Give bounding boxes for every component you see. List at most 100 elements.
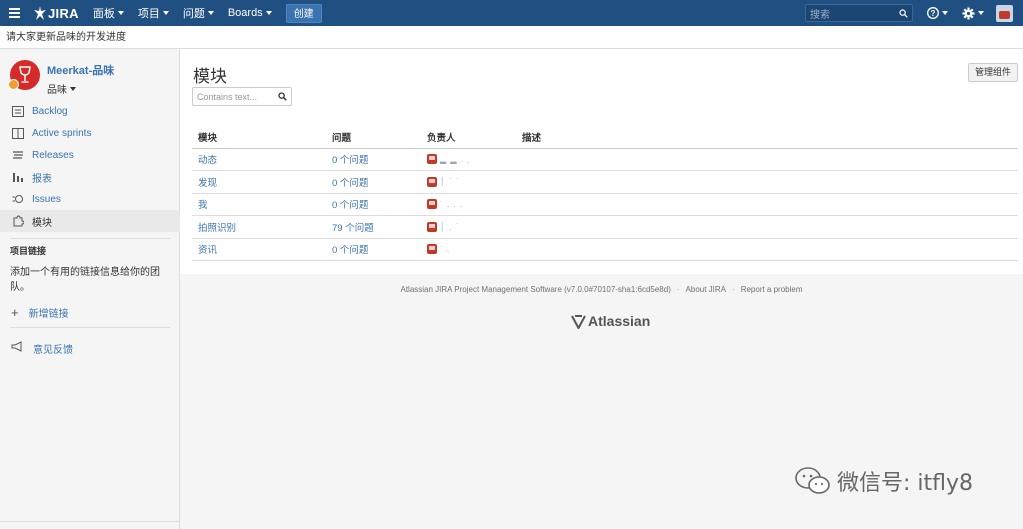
- component-link[interactable]: 拍照识别: [192, 220, 332, 234]
- sidebar-item-label: Active sprints: [32, 127, 92, 139]
- sidebar-divider: [10, 327, 170, 328]
- chevron-down-icon: [265, 11, 272, 15]
- components-table: 模块 问题 负责人 描述 动态 0 个问题 ▂ ▂ . ˎ 发现 0 个问题 │…: [192, 126, 1018, 261]
- project-header: Meerkat-品味 品味: [8, 60, 114, 96]
- component-lead[interactable]: ˙ . . .: [427, 199, 522, 210]
- table-row: 资讯 0 个问题 ˙ .: [192, 239, 1018, 261]
- jira-logo-icon: [34, 6, 46, 20]
- sidebar-item-backlog[interactable]: Backlog: [0, 100, 180, 122]
- nav-projects[interactable]: 项目: [138, 5, 169, 21]
- watermark-text: 微信号: itfly8: [837, 471, 974, 496]
- lead-name: ▂ ▂ . ˎ: [440, 154, 471, 164]
- component-lead[interactable]: ▂ ▂ . ˎ: [427, 154, 522, 165]
- component-lead[interactable]: ˙ .: [427, 244, 522, 255]
- user-avatar[interactable]: [996, 4, 1013, 22]
- component-lead[interactable]: │ ˎ ˙: [427, 221, 522, 232]
- lead-name: ˙ .: [440, 244, 451, 254]
- component-lead[interactable]: │ ˙ ˙: [427, 176, 522, 187]
- sidebar-item-issues[interactable]: Issues: [0, 188, 180, 210]
- page-title: 模块: [193, 67, 227, 86]
- sidebar-navigation: Backlog Active sprints Releases 报表 Issue…: [0, 100, 180, 359]
- sidebar-item-label: Releases: [32, 149, 74, 161]
- jira-logo[interactable]: JIRA: [34, 6, 79, 21]
- column-header-component[interactable]: 模块: [192, 130, 332, 144]
- issue-count-link[interactable]: 0 个问题: [332, 242, 427, 256]
- footer-report-link[interactable]: Report a problem: [741, 285, 803, 294]
- settings-menu[interactable]: [962, 7, 984, 20]
- atlassian-logo[interactable]: Atlassian: [571, 313, 650, 329]
- feedback-label: 意见反馈: [33, 344, 73, 356]
- nav-boards[interactable]: Boards: [228, 7, 272, 19]
- gear-icon: [962, 7, 975, 19]
- component-link[interactable]: 发现: [192, 175, 332, 189]
- sidebar-item-label: 模块: [32, 217, 52, 229]
- releases-icon: [11, 149, 24, 161]
- issue-count-link[interactable]: 79 个问题: [332, 220, 427, 234]
- sidebar-item-label: Backlog: [32, 105, 68, 117]
- sidebar-item-label: 报表: [32, 173, 52, 185]
- wechat-watermark: 微信号: itfly8: [795, 465, 973, 497]
- nav-issues-label: 问题: [182, 8, 205, 20]
- component-link[interactable]: 资讯: [192, 242, 332, 256]
- table-row: 发现 0 个问题 │ ˙ ˙: [192, 171, 1018, 194]
- issue-count-link[interactable]: 0 个问题: [332, 197, 427, 211]
- sidebar-item-releases[interactable]: Releases: [0, 144, 180, 166]
- user-avatar: [427, 176, 437, 187]
- sidebar-footer: [0, 521, 180, 529]
- nav-right-group: 搜索 ?: [805, 0, 1023, 26]
- chevron-down-icon: [70, 86, 76, 91]
- user-avatar: [427, 244, 437, 255]
- app-switcher-icon[interactable]: [0, 0, 28, 26]
- nav-dashboards-label: 面板: [92, 8, 115, 20]
- help-menu[interactable]: ?: [927, 7, 948, 19]
- table-header: 模块 问题 负责人 描述: [192, 126, 1018, 149]
- add-link-button[interactable]: + 新增链接: [0, 301, 180, 323]
- table-row: 拍照识别 79 个问题 │ ˎ ˙: [192, 216, 1018, 239]
- footer-about-link[interactable]: About JIRA: [686, 285, 726, 294]
- column-header-issues[interactable]: 问题: [332, 130, 427, 144]
- footer-separator: ·: [676, 285, 680, 294]
- reports-icon: [11, 171, 24, 183]
- search-input[interactable]: 搜索: [805, 4, 913, 22]
- component-link[interactable]: 动态: [192, 152, 332, 166]
- issue-count-link[interactable]: 0 个问题: [332, 175, 427, 189]
- project-links-title: 项目链接: [10, 246, 47, 256]
- column-header-lead[interactable]: 负责人: [427, 130, 522, 144]
- project-avatar[interactable]: [8, 60, 40, 90]
- table-row: 动态 0 个问题 ▂ ▂ . ˎ: [192, 149, 1018, 171]
- puzzle-icon: [11, 215, 24, 227]
- chevron-down-icon: [162, 11, 169, 15]
- project-name[interactable]: Meerkat-品味: [47, 62, 114, 78]
- user-avatar: [427, 199, 437, 210]
- issue-count-link[interactable]: 0 个问题: [332, 152, 427, 166]
- page-footer: Atlassian JIRA Project Management Softwa…: [180, 285, 1023, 294]
- issues-icon: [11, 193, 24, 205]
- user-avatar: [427, 221, 437, 232]
- project-links-description: 添加一个有用的链接信息给你的团队。: [10, 267, 160, 293]
- main-content: 模块 Contains text... 管理组件 模块 问题 负责人 描述 动态…: [180, 49, 1023, 274]
- nav-issues[interactable]: 问题: [183, 5, 214, 21]
- sidebar-item-label: Issues: [32, 193, 61, 205]
- project-text: Meerkat-品味 品味: [47, 62, 114, 96]
- create-button[interactable]: 创建: [285, 3, 322, 23]
- manage-components-button[interactable]: 管理组件: [967, 63, 1018, 82]
- sidebar-item-reports[interactable]: 报表: [0, 166, 180, 188]
- add-link-label: 新增链接: [28, 308, 69, 320]
- footer-software[interactable]: Atlassian JIRA Project Management Softwa…: [400, 285, 670, 294]
- sidebar-item-active-sprints[interactable]: Active sprints: [0, 122, 180, 144]
- chevron-down-icon: [117, 11, 124, 15]
- component-link[interactable]: 我: [192, 197, 332, 211]
- feedback-button[interactable]: 意见反馈: [0, 337, 180, 359]
- filter-input[interactable]: Contains text...: [192, 87, 292, 106]
- announcement-banner: 请大家更新品味的开发进度: [0, 26, 1023, 49]
- nav-dashboards[interactable]: 面板: [93, 5, 124, 21]
- lead-name: ˙ . . .: [440, 199, 463, 209]
- search-icon: [278, 92, 287, 101]
- nav-boards-label: Boards: [227, 7, 263, 19]
- project-board-selector[interactable]: 品味: [47, 81, 114, 96]
- sidebar-item-components[interactable]: 模块: [0, 210, 180, 232]
- atlassian-logo-text: Atlassian: [588, 313, 651, 329]
- nav-projects-label: 项目: [137, 8, 160, 20]
- project-type-badge: [8, 79, 19, 90]
- column-header-description: 描述: [522, 132, 542, 144]
